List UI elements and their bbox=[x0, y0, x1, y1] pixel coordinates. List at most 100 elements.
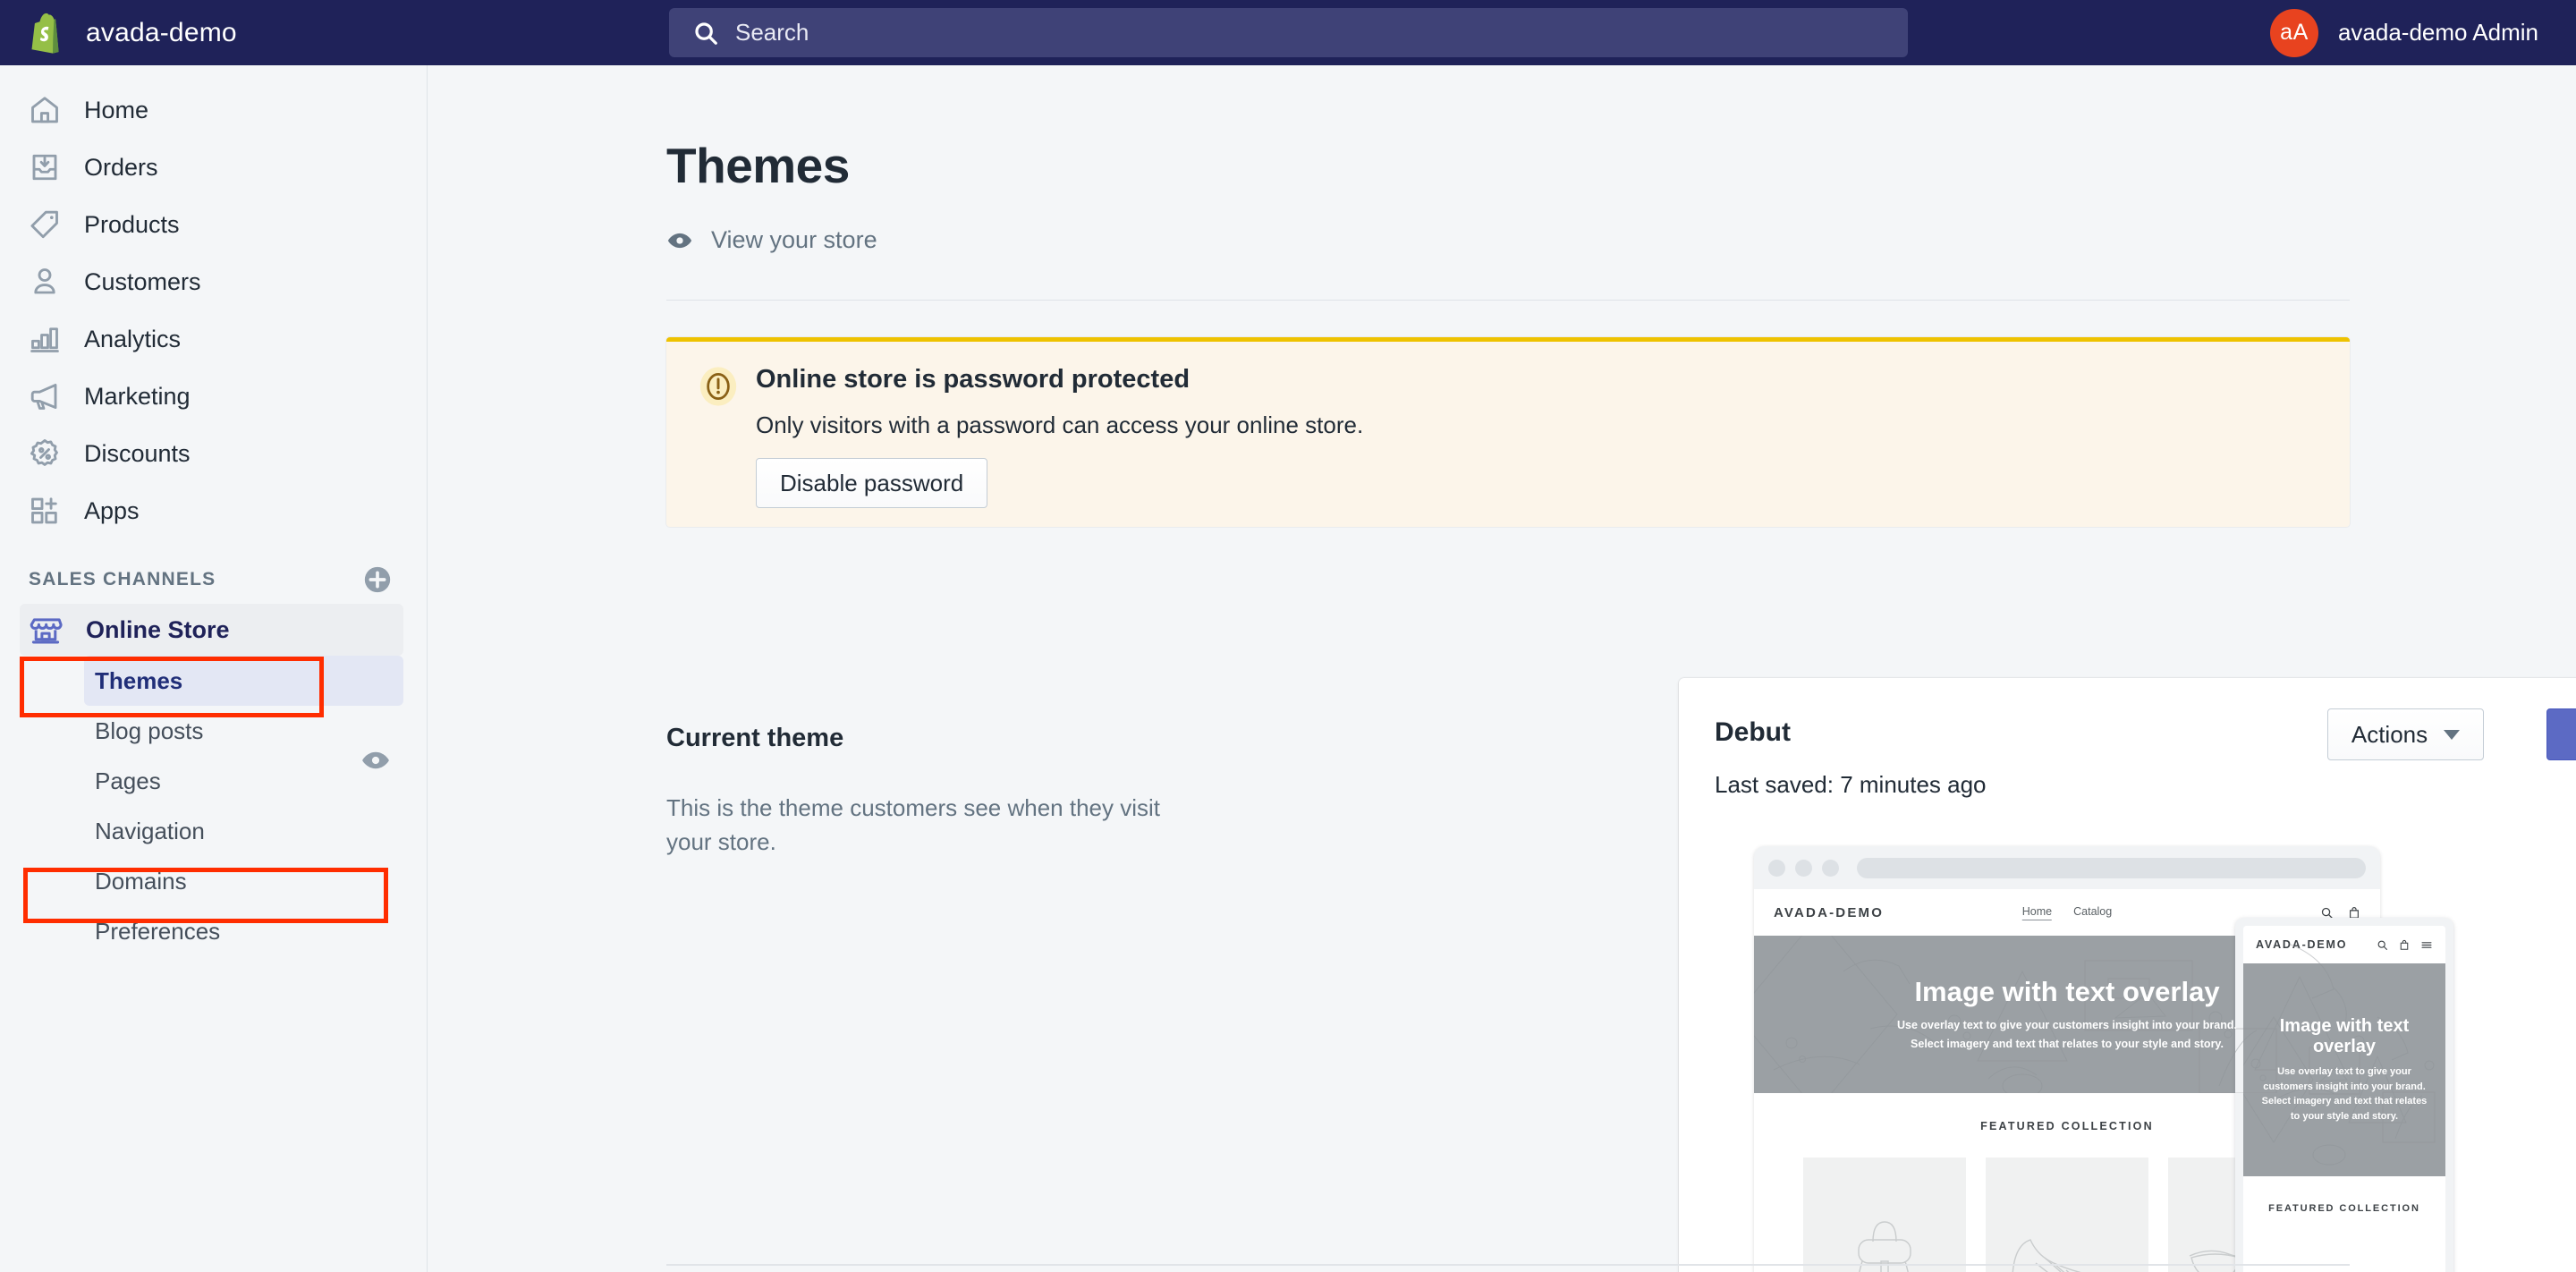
mobile-header-icons bbox=[2377, 939, 2433, 951]
current-theme-card: Debut Last saved: 7 minutes ago Actions … bbox=[1679, 678, 2576, 1272]
current-theme-heading: Current theme bbox=[666, 724, 844, 752]
theme-preview: AVADA-DEMO Home Catalog Image with text … bbox=[1754, 846, 2576, 1272]
account-menu[interactable]: aA avada-demo Admin bbox=[2269, 0, 2538, 65]
banner-body: Only visitors with a password can access… bbox=[756, 411, 1364, 438]
sidebar-subitem-label: Blog posts bbox=[95, 717, 204, 744]
grid-plus-icon bbox=[31, 497, 57, 524]
sidebar-item-pages[interactable]: Pages bbox=[84, 756, 403, 806]
window-dot bbox=[1768, 859, 1785, 877]
url-bar bbox=[1857, 857, 2366, 878]
sidebar-item-label: Orders bbox=[84, 153, 158, 181]
sidebar-subitem-label: Domains bbox=[95, 867, 187, 895]
sidebar-item-navigation[interactable]: Navigation bbox=[84, 806, 403, 856]
actions-button-label: Actions bbox=[2351, 720, 2428, 748]
home-icon bbox=[31, 97, 58, 123]
sidebar-item-analytics[interactable]: Analytics bbox=[0, 310, 427, 368]
sidebar-item-domains[interactable]: Domains bbox=[84, 856, 403, 906]
mobile-preview: AVADA-DEMO Image with text overlay Use o… bbox=[2235, 918, 2453, 1272]
bag-line-art bbox=[1858, 1221, 1911, 1272]
sidebar-item-orders[interactable]: Orders bbox=[0, 139, 427, 196]
sidebar-item-label: Products bbox=[84, 210, 180, 238]
sidebar-item-label: Analytics bbox=[84, 325, 182, 352]
sidebar-subitem-label: Navigation bbox=[95, 817, 205, 844]
sidebar-item-preferences[interactable]: Preferences bbox=[84, 906, 403, 956]
actions-button[interactable]: Actions bbox=[2327, 708, 2484, 760]
sidebar-item-label: Customers bbox=[84, 267, 201, 295]
page-title: Themes bbox=[666, 138, 850, 193]
hamburger-menu-icon bbox=[2421, 941, 2432, 948]
sidebar-item-marketing[interactable]: Marketing bbox=[0, 368, 427, 425]
view-store-label: View your store bbox=[711, 226, 877, 253]
sidebar-item-label: Online Store bbox=[86, 615, 230, 643]
sales-channels-title: SALES CHANNELS bbox=[29, 569, 216, 589]
search-icon bbox=[695, 21, 717, 45]
mobile-featured-collection: FEATURED COLLECTION bbox=[2243, 1176, 2445, 1214]
sidebar-item-apps[interactable]: Apps bbox=[0, 482, 427, 539]
mobile-hero-section: Image with text overlay Use overlay text… bbox=[2243, 963, 2445, 1176]
header-divider bbox=[666, 300, 2350, 301]
theme-name: Debut bbox=[1715, 717, 1791, 747]
current-theme-description: This is the theme customers see when the… bbox=[666, 794, 1161, 855]
sidebar-subitem-label: Themes bbox=[95, 666, 183, 694]
sidebar-item-discounts[interactable]: Discounts bbox=[0, 425, 427, 482]
search-placeholder: Search bbox=[735, 19, 809, 46]
browser-chrome bbox=[1754, 846, 2380, 889]
sidebar: Home Orders Products Customers Analytics bbox=[0, 65, 428, 1272]
sidebar-item-label: Home bbox=[84, 96, 149, 123]
sidebar-item-products[interactable]: Products bbox=[0, 196, 427, 253]
sidebar-item-blog-posts[interactable]: Blog posts bbox=[84, 706, 403, 756]
storefront-nav: Home Catalog bbox=[2021, 905, 2112, 920]
top-bar: avada-demo Search aA avada-demo Admin bbox=[0, 0, 2576, 65]
disable-password-button[interactable]: Disable password bbox=[756, 458, 988, 508]
hero-body-line-1: Use overlay text to give your customers … bbox=[1897, 1018, 2237, 1031]
sidebar-item-label: Apps bbox=[84, 496, 140, 524]
store-brand[interactable]: avada-demo bbox=[0, 12, 428, 55]
customize-button[interactable]: Customize bbox=[2546, 708, 2576, 760]
eye-icon bbox=[667, 233, 692, 248]
sidebar-item-customers[interactable]: Customers bbox=[0, 253, 427, 310]
view-store-link[interactable]: View your store bbox=[666, 226, 877, 254]
storefront-icon bbox=[30, 618, 63, 644]
sidebar-subitem-label: Preferences bbox=[95, 917, 221, 945]
bar-chart-icon bbox=[30, 327, 59, 352]
password-protected-banner: Online store is password protected Only … bbox=[666, 337, 2350, 527]
sales-channels-header: SALES CHANNELS bbox=[0, 539, 427, 604]
nav-link-catalog[interactable]: Catalog bbox=[2073, 905, 2112, 920]
theme-last-saved: Last saved: 7 minutes ago bbox=[1715, 771, 1987, 798]
hero-body: Use overlay text to give your customers … bbox=[1897, 1016, 2237, 1053]
chevron-down-icon bbox=[2444, 729, 2461, 740]
hero-title: Image with text overlay bbox=[1914, 975, 2220, 1007]
storefront-logo: AVADA-DEMO bbox=[1774, 904, 1885, 920]
sidebar-item-label: Marketing bbox=[84, 382, 191, 410]
store-name: avada-demo bbox=[86, 17, 237, 47]
bottom-divider bbox=[666, 1264, 2350, 1266]
avatar: aA bbox=[2269, 8, 2318, 57]
sidebar-item-online-store[interactable]: Online Store bbox=[20, 604, 403, 656]
product-card[interactable] bbox=[1803, 1158, 1966, 1272]
product-card[interactable] bbox=[1986, 1158, 2148, 1272]
sidebar-item-themes[interactable]: Themes bbox=[84, 656, 403, 706]
account-name: avada-demo Admin bbox=[2337, 19, 2538, 46]
sidebar-item-label: Discounts bbox=[84, 439, 191, 467]
eye-icon[interactable] bbox=[360, 745, 391, 776]
mobile-hero-title: Image with text overlay bbox=[2279, 1016, 2410, 1056]
sidebar-subitem-label: Pages bbox=[95, 767, 161, 794]
person-icon bbox=[34, 268, 55, 294]
nav-link-home[interactable]: Home bbox=[2021, 905, 2053, 920]
banner-title: Online store is password protected bbox=[756, 365, 1191, 394]
mobile-hero-body: Use overlay text to give your customers … bbox=[2261, 1066, 2428, 1122]
main-content: Themes View your store Online store is p… bbox=[428, 65, 2576, 1272]
shopify-bag-icon bbox=[31, 13, 59, 54]
shopping-bag-icon bbox=[2400, 939, 2409, 950]
mobile-featured-collection-label: FEATURED COLLECTION bbox=[2268, 1203, 2420, 1214]
sidebar-item-home[interactable]: Home bbox=[0, 81, 427, 139]
window-dot bbox=[1822, 859, 1839, 877]
search-input[interactable]: Search bbox=[669, 8, 1908, 57]
megaphone-icon bbox=[30, 383, 57, 410]
window-dot bbox=[1795, 859, 1812, 877]
orders-inbox-icon bbox=[32, 154, 57, 181]
circle-plus-icon[interactable] bbox=[362, 564, 393, 595]
percent-badge-icon bbox=[30, 439, 58, 466]
hero-body-line-2: Select imagery and text that relates to … bbox=[1911, 1037, 2224, 1050]
alert-circle-icon bbox=[699, 367, 737, 406]
